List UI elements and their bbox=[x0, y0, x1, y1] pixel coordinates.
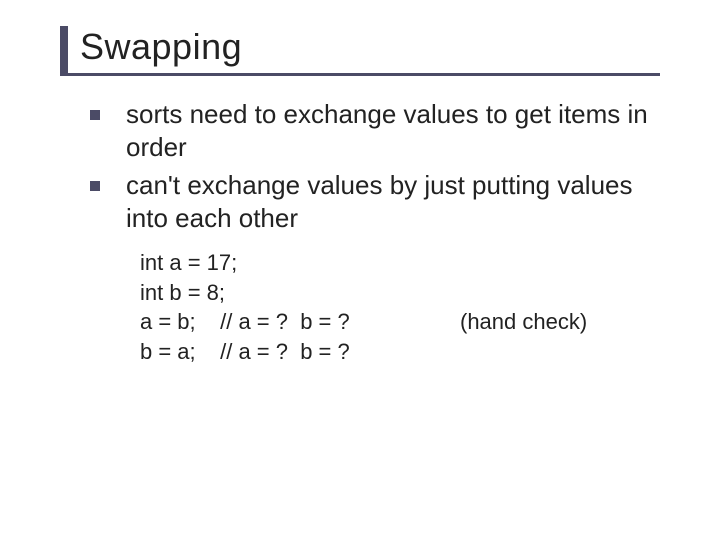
slide-title: Swapping bbox=[80, 26, 660, 74]
code-text: a = b; // a = ? b = ? bbox=[140, 307, 460, 337]
code-line: int a = 17; bbox=[140, 248, 660, 278]
code-line: b = a; // a = ? b = ? bbox=[140, 337, 660, 367]
title-underline bbox=[68, 73, 660, 76]
code-text: int b = 8; bbox=[140, 278, 460, 308]
title-tick bbox=[60, 26, 68, 76]
slide: Swapping sorts need to exchange values t… bbox=[0, 0, 720, 397]
code-annotation: (hand check) bbox=[460, 307, 587, 337]
bullet-item: sorts need to exchange values to get ite… bbox=[84, 98, 660, 163]
square-bullet-icon bbox=[90, 181, 100, 191]
code-text: b = a; // a = ? b = ? bbox=[140, 337, 460, 367]
square-bullet-icon bbox=[90, 110, 100, 120]
code-line: a = b; // a = ? b = ? (hand check) bbox=[140, 307, 660, 337]
bullet-item: can't exchange values by just putting va… bbox=[84, 169, 660, 234]
bullet-text: can't exchange values by just putting va… bbox=[126, 170, 633, 233]
code-line: int b = 8; bbox=[140, 278, 660, 308]
title-wrap: Swapping bbox=[80, 26, 660, 74]
code-block: int a = 17; int b = 8; a = b; // a = ? b… bbox=[140, 248, 660, 367]
bullet-text: sorts need to exchange values to get ite… bbox=[126, 99, 648, 162]
bullet-list: sorts need to exchange values to get ite… bbox=[84, 98, 660, 234]
code-text: int a = 17; bbox=[140, 248, 460, 278]
